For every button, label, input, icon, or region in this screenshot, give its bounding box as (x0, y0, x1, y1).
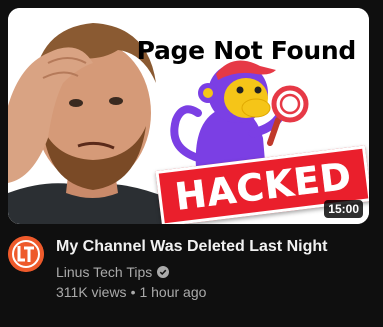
video-title[interactable]: My Channel Was Deleted Last Night (56, 236, 372, 258)
video-metadata: My Channel Was Deleted Last Night Linus … (56, 236, 372, 302)
verified-check-icon (157, 266, 170, 278)
video-card[interactable]: Page Not Found HACKED 15:00 My Channel W… (0, 0, 383, 327)
video-stats: 311K views • 1 hour ago (56, 282, 372, 302)
upload-age: 1 hour ago (139, 284, 207, 300)
ltt-logo-icon (8, 236, 44, 272)
channel-avatar[interactable] (8, 236, 44, 272)
channel-name[interactable]: Linus Tech Tips (56, 262, 152, 282)
view-count: 311K views (56, 284, 127, 300)
video-thumbnail[interactable]: Page Not Found HACKED 15:00 (8, 8, 369, 224)
duration-badge: 15:00 (324, 200, 363, 218)
stats-separator: • (130, 284, 136, 300)
channel-row: Linus Tech Tips (56, 262, 372, 282)
thumbnail-headline: Page Not Found (136, 36, 357, 65)
